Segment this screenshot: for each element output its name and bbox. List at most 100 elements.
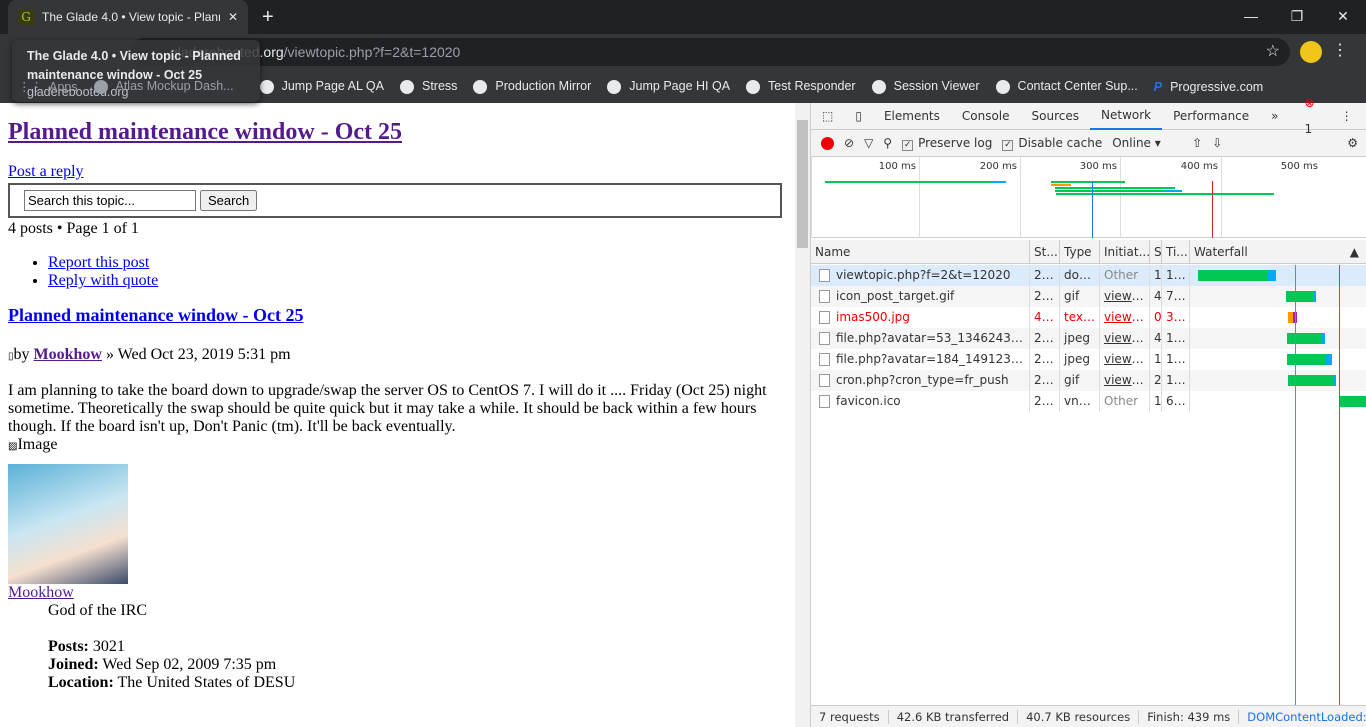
bookmark-session-viewer[interactable]: Session Viewer — [871, 79, 980, 94]
waterfall-bar-waiting — [1340, 396, 1366, 407]
request-status: 200 — [1029, 265, 1059, 286]
request-name[interactable]: cron.php?cron_type=fr_push — [811, 370, 1029, 391]
request-name[interactable]: icon_post_target.gif — [811, 286, 1029, 307]
minimize-button[interactable]: — — [1228, 0, 1274, 32]
col-time[interactable]: Ti... — [1161, 240, 1189, 263]
profile-name-link[interactable]: Mookhow — [8, 584, 74, 601]
bookmark-jump-hi[interactable]: Jump Page HI QA — [607, 79, 730, 94]
request-row[interactable]: icon_post_target.gif 200 gif viewt... 4 … — [811, 286, 1366, 307]
bookmark-star-icon[interactable]: ☆ — [1266, 41, 1280, 61]
request-row[interactable]: file.php?avatar=53_1346243305.j... 200 j… — [811, 328, 1366, 349]
bookmark-production-mirror[interactable]: Production Mirror — [473, 79, 591, 94]
export-har-icon[interactable]: ⇩ — [1212, 136, 1222, 150]
clear-icon[interactable]: ⊘ — [844, 136, 854, 150]
request-initiator[interactable]: viewt... — [1099, 307, 1149, 328]
author-avatar — [8, 464, 128, 584]
overview-bar — [1051, 181, 1125, 183]
bookmark-jump-al[interactable]: Jump Page AL QA — [259, 79, 384, 94]
devtools-menu-icon[interactable]: ⋮ — [1330, 103, 1364, 129]
tab-console[interactable]: Console — [951, 103, 1021, 129]
file-icon — [819, 353, 830, 366]
bookmark-stress[interactable]: Stress — [399, 79, 457, 94]
request-initiator[interactable]: viewt... — [1099, 370, 1149, 391]
report-post-link[interactable]: Report this post — [48, 254, 149, 271]
tab-sources[interactable]: Sources — [1021, 103, 1090, 129]
requests-table-header: Name St... Type Initiat... S Ti... Water… — [811, 240, 1366, 264]
record-button[interactable] — [821, 136, 834, 150]
post-reply-link[interactable]: Post a reply — [8, 163, 84, 180]
search-icon[interactable]: ⚲ — [883, 136, 892, 150]
request-initiator: Other — [1099, 391, 1149, 412]
bookmark-progressive[interactable]: P Progressive.com — [1154, 80, 1263, 94]
throttle-select[interactable]: Online ▾ — [1112, 136, 1182, 150]
disable-cache-checkbox[interactable]: ✓ Disable cache — [1002, 136, 1102, 151]
bookmark-atlas[interactable]: Atlas Mockup Dash... — [93, 79, 234, 94]
topic-title-link[interactable]: Planned maintenance window - Oct 25 — [8, 119, 402, 145]
bookmark-apps[interactable]: ⋮⋮ Apps — [18, 79, 78, 94]
page-scrollbar[interactable] — [795, 103, 810, 727]
overview-bar — [1055, 190, 1165, 192]
col-name[interactable]: Name — [811, 240, 1029, 263]
maximize-button[interactable]: ❐ — [1274, 0, 1320, 32]
chrome-menu-icon[interactable]: ⋮ — [1332, 40, 1348, 60]
globe-icon — [259, 79, 274, 94]
request-name[interactable]: file.php?avatar=53_1346243305.j... — [811, 328, 1029, 349]
search-button[interactable]: Search — [200, 190, 258, 211]
overview-bar — [1055, 187, 1175, 189]
device-toolbar-icon[interactable]: ▯ — [844, 103, 873, 129]
inspect-element-icon[interactable]: ⬚ — [811, 103, 844, 129]
sort-arrow-icon: ▲ — [1349, 245, 1359, 259]
new-tab-button[interactable]: + — [262, 6, 274, 29]
tab-network[interactable]: Network — [1090, 102, 1163, 130]
request-name[interactable]: imas500.jpg — [811, 307, 1029, 328]
request-row[interactable]: favicon.ico 200 vnd.... Other 1 6... — [811, 391, 1366, 412]
col-waterfall[interactable]: Waterfall ▲ — [1189, 240, 1366, 263]
close-tab-icon[interactable]: ✕ — [228, 10, 238, 24]
settings-gear-icon[interactable]: ⚙ — [1347, 136, 1358, 150]
close-window-button[interactable]: ✕ — [1320, 0, 1366, 32]
request-row[interactable]: viewtopic.php?f=2&t=12020 200 doc... Oth… — [811, 265, 1366, 286]
tick-200: 200 ms — [919, 157, 1020, 238]
request-name[interactable]: favicon.ico — [811, 391, 1029, 412]
globe-icon — [746, 79, 761, 94]
globe-icon — [399, 79, 414, 94]
apps-grid-icon: ⋮⋮ — [18, 80, 43, 94]
waterfall-bar-waiting — [1287, 354, 1325, 365]
request-size: 2 — [1149, 370, 1161, 391]
request-initiator[interactable]: viewt... — [1099, 349, 1149, 370]
preserve-log-checkbox[interactable]: ✓ Preserve log — [902, 136, 992, 151]
request-size: 0 — [1149, 307, 1161, 328]
col-initiator[interactable]: Initiat... — [1099, 240, 1149, 263]
file-icon — [819, 374, 830, 387]
request-initiator[interactable]: viewt... — [1099, 286, 1149, 307]
author-link[interactable]: Mookhow — [34, 346, 102, 363]
filter-icon[interactable]: ▽ — [864, 136, 873, 150]
import-har-icon[interactable]: ⇧ — [1192, 136, 1202, 150]
bookmark-test-responder[interactable]: Test Responder — [746, 79, 856, 94]
col-status[interactable]: St... — [1029, 240, 1059, 263]
profile-rank: God of the IRC — [48, 602, 148, 619]
globe-icon — [473, 79, 488, 94]
col-type[interactable]: Type — [1059, 240, 1099, 263]
request-name[interactable]: file.php?avatar=184_1491236961.... — [811, 349, 1029, 370]
request-row[interactable]: imas500.jpg 403 text... viewt... 0 3... — [811, 307, 1366, 328]
request-name[interactable]: viewtopic.php?f=2&t=12020 — [811, 265, 1029, 286]
more-tabs-icon[interactable]: » — [1260, 103, 1289, 129]
post-title-link[interactable]: Planned maintenance window - Oct 25 — [8, 305, 304, 325]
col-size[interactable]: S — [1149, 240, 1161, 263]
reply-quote-link[interactable]: Reply with quote — [48, 272, 158, 289]
request-row[interactable]: cron.php?cron_type=fr_push 200 gif viewt… — [811, 370, 1366, 391]
error-badge[interactable]: ⊗ 1 — [1290, 90, 1330, 142]
profile-avatar[interactable] — [1300, 41, 1322, 63]
tab-elements[interactable]: Elements — [873, 103, 951, 129]
file-icon — [819, 290, 830, 303]
bookmark-contact-center[interactable]: Contact Center Sup... — [995, 79, 1138, 94]
browser-tab[interactable]: G The Glade 4.0 • View topic - Planned m… — [8, 0, 248, 34]
request-row[interactable]: file.php?avatar=184_1491236961.... 200 j… — [811, 349, 1366, 370]
tab-performance[interactable]: Performance — [1162, 103, 1260, 129]
request-initiator[interactable]: viewt... — [1099, 328, 1149, 349]
request-time: 1... — [1161, 328, 1189, 349]
search-topic-input[interactable] — [24, 190, 196, 211]
address-bar[interactable]: gladerebooted.org/viewtopic.php?f=2&t=12… — [130, 38, 1290, 66]
profile-location: The United States of DESU — [117, 674, 296, 691]
